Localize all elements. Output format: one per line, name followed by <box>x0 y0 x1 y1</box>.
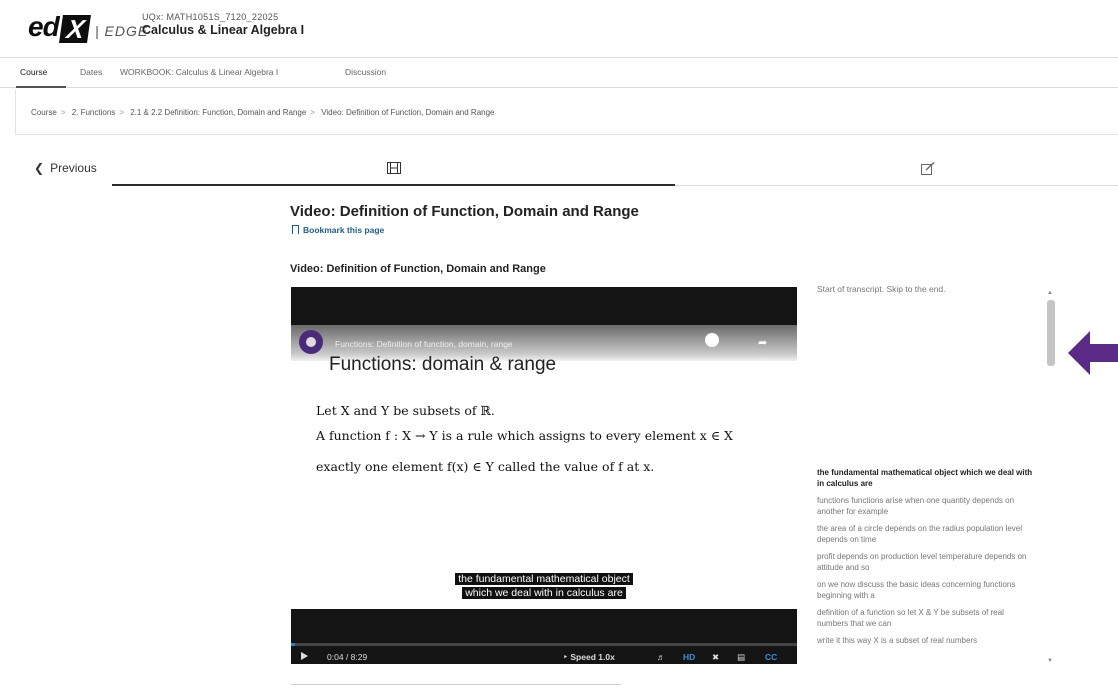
transcript-line[interactable]: on we now discuss the basic ideas concer… <box>817 579 1037 601</box>
captions-button[interactable]: CC <box>765 652 777 662</box>
caption-line: the fundamental mathematical object <box>455 573 633 585</box>
breadcrumb: Course > 2. Functions > 2.1 & 2.2 Definiti… <box>31 108 495 117</box>
tab-course[interactable]: Course <box>20 67 47 77</box>
course-nav: Course Dates WORKBOOK: Calculus & Linear… <box>0 58 1118 88</box>
speed-label: Speed <box>570 652 596 662</box>
hd-button[interactable]: HD <box>683 652 695 662</box>
youtube-video-title[interactable]: Functions: Definition of function, domai… <box>335 339 513 349</box>
bookmark-icon <box>292 225 299 234</box>
slide-line: A function f : X → Y is a rule which ass… <box>316 428 733 443</box>
video-heading: Video: Definition of Function, Domain an… <box>290 263 546 275</box>
tab-dates[interactable]: Dates <box>80 67 102 77</box>
annotation-arrow-icon <box>1068 331 1118 375</box>
speed-value: 1.0x <box>598 652 615 662</box>
progress-fill <box>291 643 296 646</box>
transcript-skip-link[interactable]: Start of transcript. Skip to the end. <box>817 284 946 294</box>
transcript-line[interactable]: write it this way X is a subset of real … <box>817 635 1037 646</box>
scroll-down-icon[interactable]: ▼ <box>1047 658 1053 664</box>
divider <box>291 684 621 685</box>
transcript-list: the fundamental mathematical object whic… <box>817 467 1037 652</box>
breadcrumb-course[interactable]: Course <box>31 108 57 117</box>
caption-line: which we deal with in calculus are <box>462 587 626 599</box>
divider <box>15 90 16 134</box>
edit-icon[interactable] <box>921 162 935 175</box>
sequence-nav: ❮ Previous <box>0 150 1118 186</box>
video-caption: the fundamental mathematical object whic… <box>434 572 654 600</box>
edx-logo[interactable]: ed X <box>28 11 92 45</box>
video-controls: 0:04 / 8:29 ‣ Speed 1.0x ♬ HD ✖ ▤ CC <box>291 609 797 664</box>
speed-button[interactable]: ‣ Speed 1.0x <box>563 652 615 663</box>
divider <box>15 134 1118 135</box>
channel-avatar[interactable] <box>299 330 323 354</box>
transcript-panel[interactable]: Start of transcript. Skip to the end. th… <box>807 279 1061 677</box>
watch-later-icon[interactable] <box>705 333 719 347</box>
video-progress-bar[interactable] <box>291 643 797 646</box>
slide-title: Functions: domain & range <box>329 354 557 375</box>
fullscreen-icon[interactable]: ✖ <box>712 652 719 663</box>
active-tab-indicator <box>16 86 66 88</box>
video-player[interactable]: Functions: Definition of function, domai… <box>291 287 797 677</box>
active-sequence-indicator <box>112 184 675 186</box>
transcript-toggle-icon[interactable]: ▤ <box>737 652 745 663</box>
course-name: Calculus & Linear Algebra I <box>142 23 305 37</box>
transcript-scrollbar[interactable] <box>1047 300 1055 366</box>
video-top-bar <box>291 287 797 325</box>
share-icon[interactable]: ➦ <box>758 336 767 349</box>
film-icon[interactable] <box>387 162 401 174</box>
chevron-left-icon: ❮ <box>34 161 45 175</box>
breadcrumb-unit: Video: Definition of Function, Domain an… <box>321 108 495 117</box>
unit-title: Video: Definition of Function, Domain an… <box>290 203 639 220</box>
slide-line: Let X and Y be subsets of ℝ. <box>316 403 495 418</box>
transcript-line[interactable]: the area of a circle depends on the radi… <box>817 523 1037 545</box>
site-header: ed X | EDGE UQx: MATH1051S_7120_22025 Ca… <box>0 0 1118 58</box>
transcript-line[interactable]: definition of a function so let X & Y be… <box>817 607 1037 629</box>
scroll-up-icon[interactable]: ▲ <box>1047 290 1053 296</box>
slide-line: exactly one element f(x) ∈ Y called the … <box>316 459 655 474</box>
tab-discussion[interactable]: Discussion <box>345 67 386 77</box>
divider <box>675 185 1118 186</box>
transcript-line[interactable]: the fundamental mathematical object whic… <box>817 467 1037 489</box>
transcript-line[interactable]: functions functions arise when one quant… <box>817 495 1037 517</box>
breadcrumb-subsection[interactable]: 2.1 & 2.2 Definition: Function, Domain a… <box>130 108 306 117</box>
course-code: UQx: MATH1051S_7120_22025 <box>142 12 279 22</box>
transcript-line[interactable]: profit depends on production level tempe… <box>817 551 1037 573</box>
edge-label: | EDGE <box>95 23 149 39</box>
previous-button[interactable]: ❮ Previous <box>34 161 97 175</box>
play-icon[interactable] <box>301 652 308 660</box>
tab-workbook[interactable]: WORKBOOK: Calculus & Linear Algebra I <box>120 67 278 77</box>
breadcrumb-section[interactable]: 2. Functions <box>72 108 116 117</box>
bookmark-button[interactable]: Bookmark this page <box>292 225 384 235</box>
volume-icon[interactable]: ♬ <box>657 652 666 662</box>
video-time: 0:04 / 8:29 <box>327 652 368 662</box>
bookmark-label: Bookmark this page <box>303 225 385 235</box>
previous-label: Previous <box>50 161 97 175</box>
